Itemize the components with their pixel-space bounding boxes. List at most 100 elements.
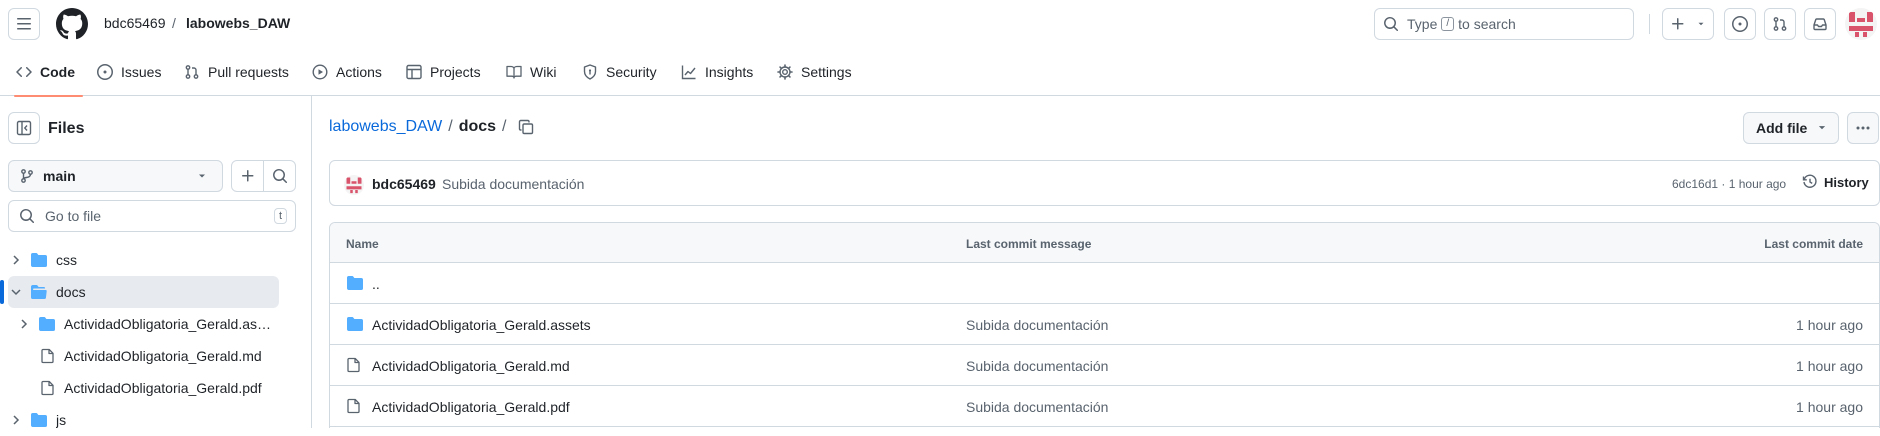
tree-item-docs[interactable]: docs xyxy=(0,276,279,308)
tree-item-md-file[interactable]: ActividadObligatoria_Gerald.md xyxy=(0,340,312,372)
hamburger-menu-button[interactable] xyxy=(8,8,40,40)
tree-item-pdf-file[interactable]: ActividadObligatoria_Gerald.pdf xyxy=(0,372,312,404)
file-name-link[interactable]: ActividadObligatoria_Gerald.md xyxy=(372,358,570,374)
path-separator: / xyxy=(448,118,453,135)
tree-item-label: ActividadObligatoria_Gerald.pdf xyxy=(64,380,262,396)
sidebar-actions xyxy=(231,160,296,192)
branch-selector-button[interactable]: main xyxy=(8,160,223,192)
tab-wiki[interactable]: Wiki xyxy=(506,48,556,96)
tab-actions[interactable]: Actions xyxy=(312,48,382,96)
history-button[interactable]: History xyxy=(1802,174,1869,190)
inbox-icon xyxy=(1813,18,1827,31)
collapse-sidebar-button[interactable] xyxy=(8,112,40,144)
tree-item-css[interactable]: css xyxy=(0,244,312,276)
header-divider xyxy=(1649,14,1650,34)
path-repo-link[interactable]: labowebs_DAW xyxy=(329,118,442,136)
file-tree-sidebar: Files main Go to file t css docs Activid… xyxy=(0,96,312,428)
sidebar-title: Files xyxy=(48,120,85,137)
file-icon xyxy=(347,357,360,373)
commit-message-link[interactable]: Subida documentación xyxy=(442,176,584,192)
table-row[interactable]: ActividadObligatoria_Gerald.md Subida do… xyxy=(330,345,1879,386)
plus-icon xyxy=(241,170,253,182)
path-current-folder: docs xyxy=(458,118,497,135)
tab-actions-label: Actions xyxy=(336,64,382,80)
file-icon xyxy=(41,348,54,364)
tab-code[interactable]: Code xyxy=(14,48,83,97)
copy-path-button[interactable] xyxy=(518,119,534,135)
column-header-name: Name xyxy=(346,237,379,251)
tab-security-label: Security xyxy=(606,64,657,80)
search-suffix-text: to search xyxy=(1458,16,1516,32)
commit-message-link[interactable]: Subida documentación xyxy=(966,358,1108,374)
go-to-file-input[interactable]: Go to file t xyxy=(8,200,296,232)
tree-item-label: ActividadObligatoria_Gerald.md xyxy=(64,348,262,364)
tab-insights[interactable]: Insights xyxy=(681,48,753,96)
issue-opened-icon xyxy=(97,64,113,80)
folder-icon xyxy=(39,317,55,331)
tree-item-label: js xyxy=(56,412,67,428)
parent-directory-link[interactable]: .. xyxy=(372,276,380,292)
breadcrumb-owner-link[interactable]: bdc65469 xyxy=(104,15,166,31)
commit-message-link[interactable]: Subida documentación xyxy=(966,399,1108,415)
git-branch-icon xyxy=(21,169,33,183)
commit-date: 1 hour ago xyxy=(1796,399,1863,415)
tab-settings-label: Settings xyxy=(801,64,852,80)
tab-issues[interactable]: Issues xyxy=(97,48,161,96)
more-options-button[interactable] xyxy=(1847,112,1879,144)
search-prefix-text: Type xyxy=(1407,16,1438,32)
gear-icon xyxy=(777,64,793,80)
add-file-label: Add file xyxy=(1756,120,1808,136)
copy-icon xyxy=(519,119,534,135)
pull-requests-button[interactable] xyxy=(1764,8,1796,40)
add-file-tree-button[interactable] xyxy=(232,161,264,191)
tab-projects-label: Projects xyxy=(430,64,481,80)
commit-hash-time[interactable]: 6dc16d1 · 1 hour ago xyxy=(1672,177,1786,191)
three-bars-icon xyxy=(17,18,31,30)
tab-code-label: Code xyxy=(40,64,75,80)
search-icon xyxy=(272,169,287,184)
column-header-date: Last commit date xyxy=(1764,237,1863,251)
file-list-table: Name Last commit message Last commit dat… xyxy=(329,222,1880,428)
issues-button[interactable] xyxy=(1724,8,1756,40)
graph-icon xyxy=(681,65,696,80)
tab-pull-requests[interactable]: Pull requests xyxy=(184,48,289,96)
github-logo-icon[interactable] xyxy=(56,8,88,40)
table-row[interactable]: ActividadObligatoria_Gerald.assets Subid… xyxy=(330,304,1879,345)
tree-item-assets-folder[interactable]: ActividadObligatoria_Gerald.assets xyxy=(0,308,312,340)
breadcrumb-repo-link[interactable]: labowebs_DAW xyxy=(186,15,290,31)
triangle-down-icon xyxy=(1819,126,1826,130)
inbox-button[interactable] xyxy=(1804,8,1836,40)
table-icon xyxy=(406,64,422,80)
folder-icon xyxy=(347,276,363,290)
global-header: bdc65469 / labowebs_DAW Type / to search xyxy=(0,0,1880,48)
latest-commit-bar: bdc65469 Subida documentación 6dc16d1 · … xyxy=(329,160,1880,206)
add-file-button[interactable]: Add file xyxy=(1743,112,1839,144)
search-files-button[interactable] xyxy=(264,161,295,191)
book-icon xyxy=(506,65,522,79)
file-name-link[interactable]: ActividadObligatoria_Gerald.assets xyxy=(372,317,591,333)
global-search-input[interactable]: Type / to search xyxy=(1374,8,1634,40)
tab-insights-label: Insights xyxy=(705,64,754,80)
history-label: History xyxy=(1824,174,1869,190)
commit-message-link[interactable]: Subida documentación xyxy=(966,317,1108,333)
go-to-file-placeholder: Go to file xyxy=(45,208,102,224)
tab-settings[interactable]: Settings xyxy=(777,48,852,96)
commit-date: 1 hour ago xyxy=(1796,358,1863,374)
git-pull-request-icon xyxy=(185,65,199,79)
commit-author-link[interactable]: bdc65469 xyxy=(372,176,436,192)
commit-author-avatar[interactable] xyxy=(344,175,364,195)
chevron-right-icon xyxy=(21,319,28,329)
parent-directory-row[interactable]: .. xyxy=(330,263,1879,304)
search-icon xyxy=(1384,17,1399,32)
table-row[interactable]: ActividadObligatoria_Gerald.pdf Subida d… xyxy=(330,386,1879,427)
user-avatar[interactable] xyxy=(1845,8,1877,40)
play-icon xyxy=(312,64,328,80)
tab-projects[interactable]: Projects xyxy=(406,48,481,96)
file-name-link[interactable]: ActividadObligatoria_Gerald.pdf xyxy=(372,399,570,415)
kebab-horizontal-icon xyxy=(1856,126,1870,130)
chevron-right-icon xyxy=(13,255,20,265)
tree-item-js[interactable]: js xyxy=(0,404,312,436)
tab-security[interactable]: Security xyxy=(582,48,657,96)
create-new-button[interactable] xyxy=(1662,8,1714,40)
tree-item-label: css xyxy=(56,252,77,268)
